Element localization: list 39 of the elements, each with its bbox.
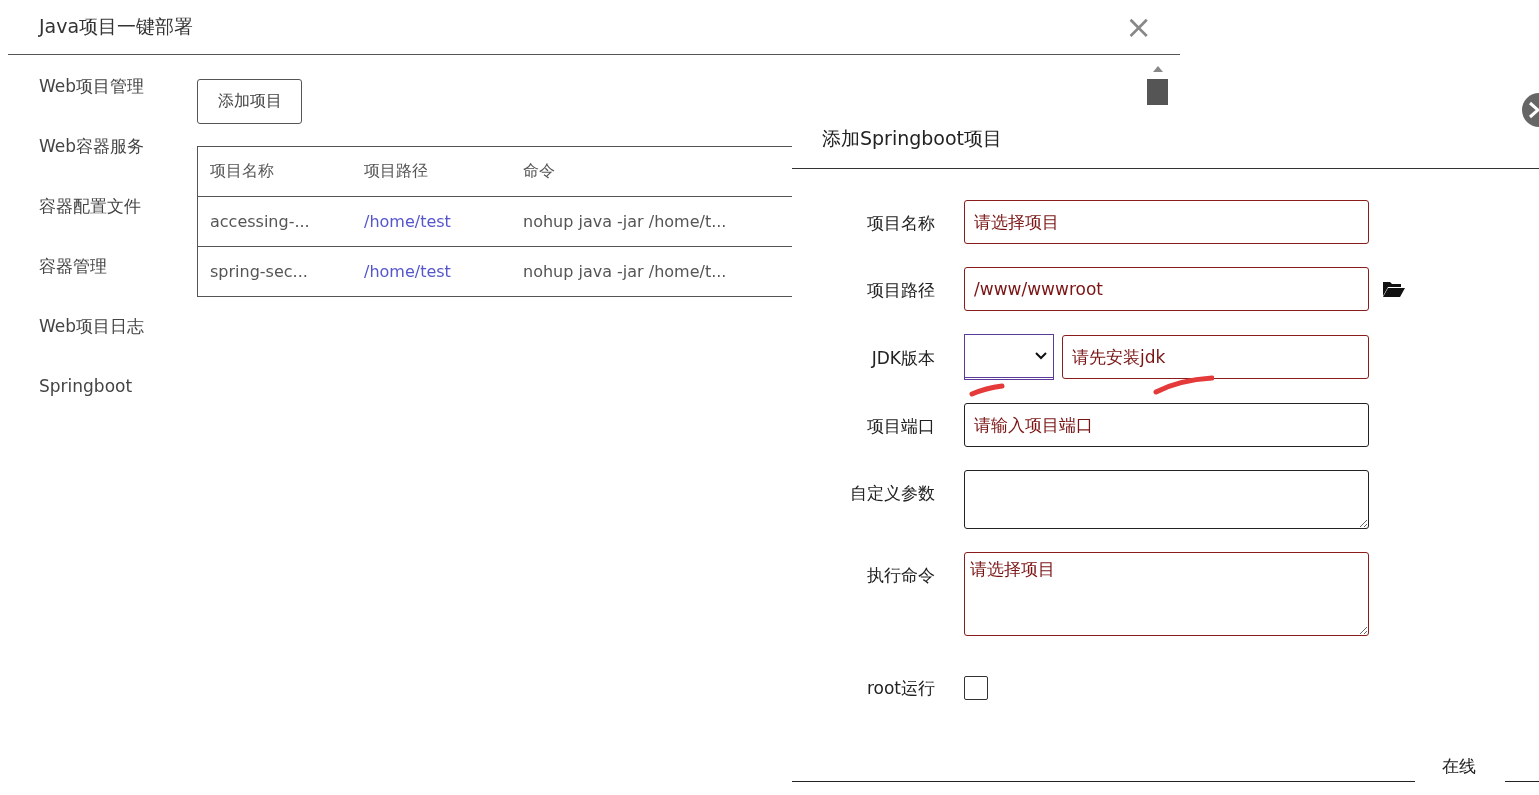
scrollbar-thumb[interactable] [1147, 79, 1168, 105]
chevron-down-icon [1035, 352, 1047, 360]
online-support-link[interactable]: 在线 [1442, 756, 1478, 776]
column-header: 命令 [523, 161, 555, 180]
text-area[interactable]: 请选择项目 [964, 552, 1369, 636]
column-header: 项目路径 [364, 161, 428, 180]
field-label: 执行命令 [866, 564, 935, 587]
field-label: 自定义参数 [849, 482, 935, 505]
column-header: 项目名称 [210, 161, 274, 180]
path-field[interactable]: /www/wwwroot [964, 267, 1369, 311]
checkbox[interactable] [964, 675, 988, 700]
jdk-select[interactable] [964, 334, 1054, 380]
sidebar-item[interactable]: Web项目管理 [39, 75, 197, 135]
field-label: 项目端口 [866, 414, 935, 438]
input-field[interactable]: 请先安装jdk [1062, 335, 1369, 379]
sidebar-item[interactable]: 容器管理 [39, 255, 197, 315]
path-link[interactable]: /home/test [364, 212, 451, 231]
close-button[interactable]: × [1125, 11, 1152, 43]
field-label: 项目路径 [866, 278, 935, 302]
sidebar-item[interactable]: Web项目日志 [39, 315, 197, 375]
table-cell: nohup java -jar /home/t... [523, 262, 727, 281]
folder-icon[interactable] [1382, 280, 1406, 298]
table-cell: nohup java -jar /home/t... [523, 212, 727, 231]
scroll-up-icon[interactable] [1151, 65, 1164, 73]
input-field[interactable]: 请输入项目端口 [964, 403, 1369, 447]
dialog-title: Java项目一键部署 [39, 14, 194, 39]
sidebar-item[interactable]: Web容器服务 [39, 135, 197, 195]
text-area[interactable] [964, 470, 1369, 529]
field-label: root运行 [865, 677, 935, 700]
table-cell: accessing-... [210, 212, 310, 231]
sidebar-item[interactable]: Springboot [39, 375, 197, 435]
table-cell: spring-sec... [210, 262, 308, 281]
field-label: 项目名称 [866, 211, 935, 235]
add-project-button[interactable]: 添加项目 [197, 79, 302, 124]
form-title: 添加Springboot项目 [822, 126, 1003, 151]
sidebar-item[interactable]: 容器配置文件 [39, 195, 197, 255]
input-field[interactable]: 请选择项目 [964, 200, 1369, 244]
path-link[interactable]: /home/test [364, 262, 451, 281]
field-label: JDK版本 [870, 346, 935, 370]
